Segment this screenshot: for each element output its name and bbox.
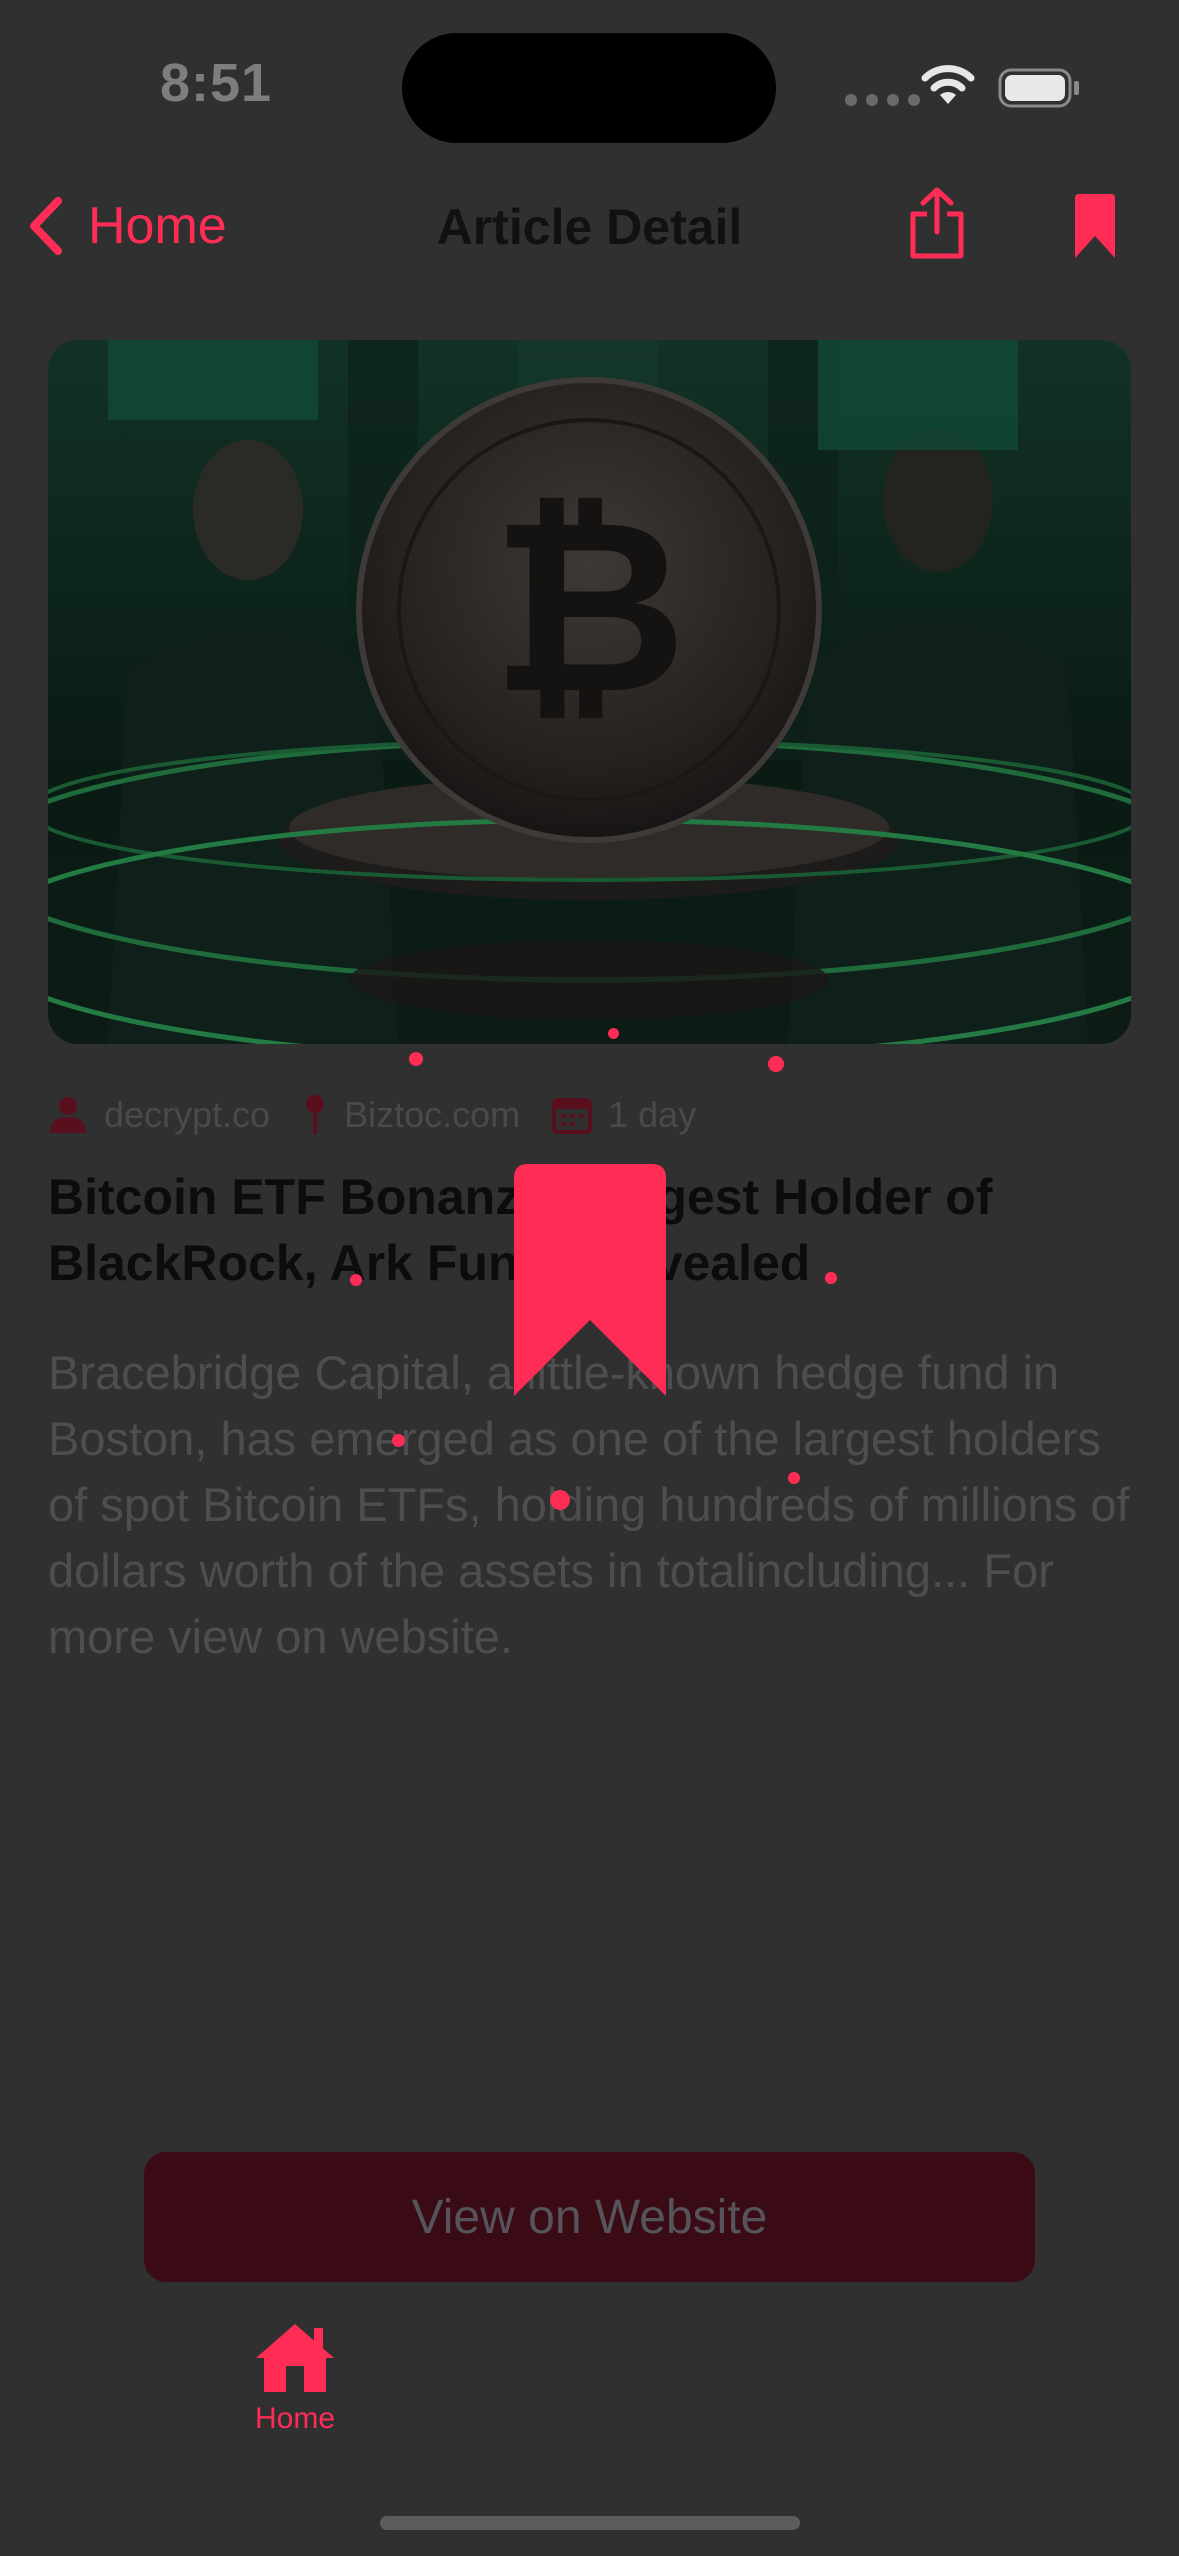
confetti-dot bbox=[392, 1434, 405, 1447]
bitcoin-illustration: ₿ bbox=[48, 340, 1131, 1044]
house-icon bbox=[256, 2324, 334, 2392]
share-icon[interactable] bbox=[905, 186, 969, 262]
calendar-icon bbox=[552, 1098, 593, 1134]
author-text: decrypt.co bbox=[104, 1094, 271, 1135]
date-text: 1 day bbox=[608, 1094, 697, 1135]
confetti-dot bbox=[608, 1028, 619, 1039]
home-indicator[interactable] bbox=[380, 2516, 800, 2530]
confetti-dot bbox=[825, 1272, 837, 1284]
confetti-dot bbox=[350, 1274, 362, 1286]
confetti-dot bbox=[788, 1472, 800, 1484]
article-meta: decrypt.co Biztoc.com 1 day bbox=[48, 1094, 696, 1136]
meta-date: 1 day bbox=[552, 1094, 696, 1136]
svg-text:₿: ₿ bbox=[491, 473, 687, 741]
tab-home[interactable]: Home bbox=[240, 2320, 350, 2436]
meta-author: decrypt.co bbox=[48, 1094, 270, 1136]
article-detail-screen: 8:51 Home Article Detail ₿ decrypt.co Bi… bbox=[0, 0, 1179, 2556]
source-text: Biztoc.com bbox=[344, 1094, 521, 1135]
confetti-dot bbox=[550, 1490, 570, 1510]
bookmark-added-icon bbox=[514, 1164, 666, 1396]
battery-icon bbox=[998, 68, 1079, 108]
article-image: ₿ bbox=[48, 340, 1131, 1044]
page-title: Article Detail bbox=[436, 199, 743, 255]
wifi-icon bbox=[921, 65, 975, 104]
person-icon bbox=[50, 1097, 86, 1133]
confetti-dot bbox=[768, 1056, 784, 1072]
confetti-dot bbox=[409, 1052, 423, 1066]
view-on-website-button[interactable]: View on Website bbox=[144, 2152, 1035, 2282]
tab-home-label: Home bbox=[254, 2402, 336, 2435]
dynamic-island bbox=[402, 33, 776, 143]
signal-icon bbox=[845, 94, 920, 106]
bookmark-icon[interactable] bbox=[1072, 192, 1118, 260]
status-time: 8:51 bbox=[160, 53, 273, 113]
pin-icon bbox=[306, 1095, 325, 1134]
meta-source: Biztoc.com bbox=[302, 1094, 520, 1136]
